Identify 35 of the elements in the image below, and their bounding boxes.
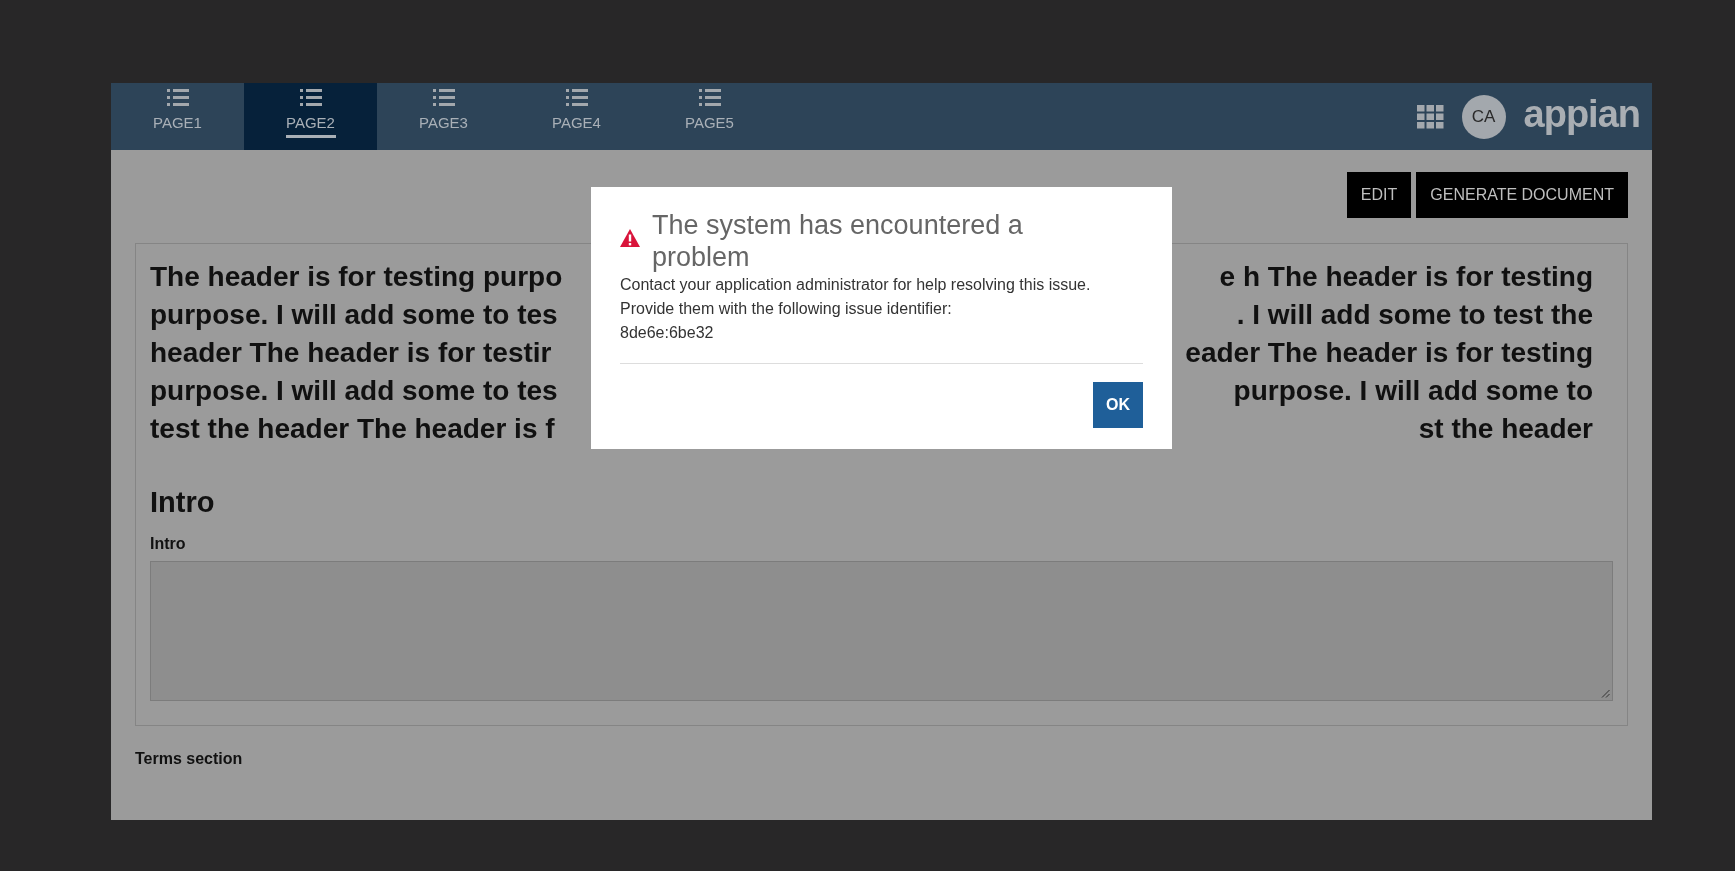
list-icon <box>432 89 455 107</box>
apps-grid-icon[interactable] <box>1416 104 1444 129</box>
header-text: st the header <box>1418 413 1594 445</box>
list-icon <box>299 89 322 107</box>
action-button[interactable]: GENERATE DOCUMENT <box>1416 172 1628 218</box>
logo: appian <box>1523 94 1640 137</box>
header-text: purpose. I will add some to tes <box>150 299 558 331</box>
header-text: The header is for testing purpo <box>150 261 563 293</box>
action-button[interactable]: EDIT <box>1346 172 1412 218</box>
intro-field[interactable] <box>150 561 1613 701</box>
dialog-message: Contact your application administrator for help resolving this issue. Provide them with the following issue identifier: <box>620 275 1092 319</box>
list-icon <box>698 89 721 107</box>
header-text: purpose. I will add some to tes <box>150 375 558 407</box>
page-tab[interactable]: PAGE5 <box>643 83 776 150</box>
section-title: Intro <box>150 486 216 519</box>
dialog-title: The system has encountered a problem <box>652 209 1024 273</box>
resize-handle-icon[interactable] <box>1601 689 1610 698</box>
field-label: Intro <box>150 535 187 553</box>
header-text: header The header is for testir <box>150 337 552 369</box>
issue-identifier: 8de6e:6be32 <box>620 321 1143 364</box>
page-tab[interactable]: PAGE3 <box>377 83 510 150</box>
header-text: . I will add some to test the <box>1236 299 1594 331</box>
user-avatar[interactable]: CA <box>1461 94 1506 139</box>
page-tab[interactable]: PAGE4 <box>510 83 643 150</box>
header-text: e h The header is for testing <box>1219 261 1594 293</box>
ok-button[interactable]: OK <box>1093 382 1143 428</box>
warning-icon <box>620 229 640 247</box>
header-text: test the header The header is f <box>150 413 555 445</box>
page-tab[interactable]: PAGE1 <box>111 83 244 150</box>
section-label: Terms section <box>135 750 244 768</box>
list-icon <box>166 89 189 107</box>
header-text: purpose. I will add some to <box>1233 375 1594 407</box>
list-icon <box>565 89 588 107</box>
header-text: eader The header is for testing <box>1185 337 1594 369</box>
page-tab[interactable]: PAGE2 <box>244 83 377 150</box>
